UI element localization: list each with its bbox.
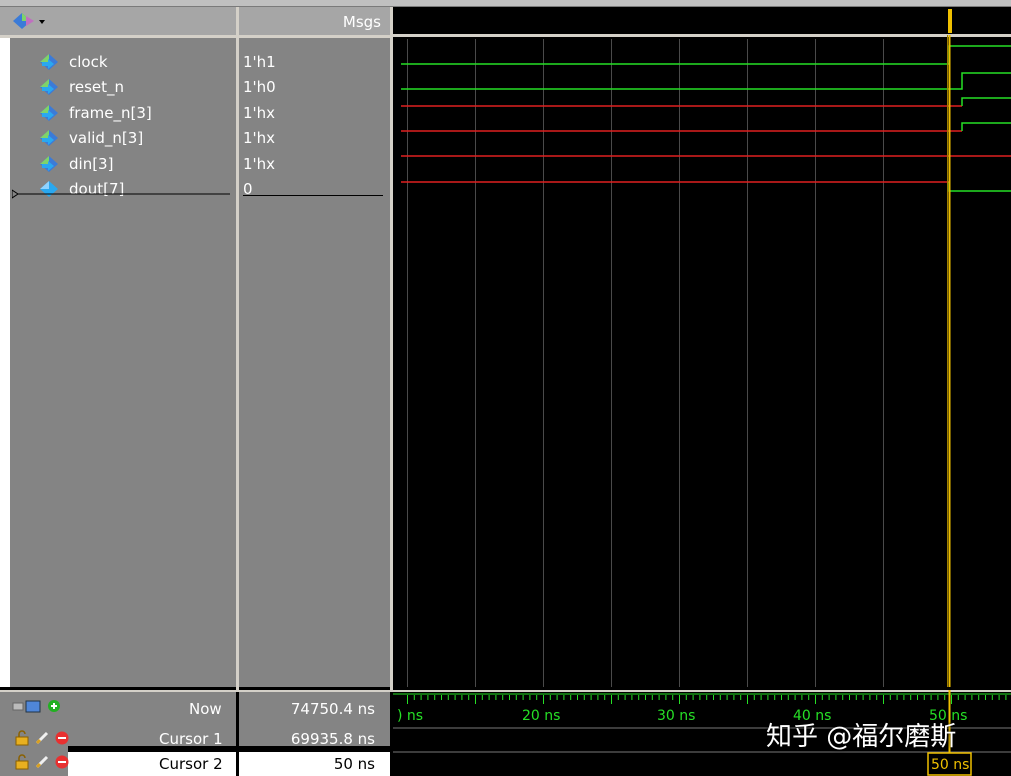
signal-row[interactable]: clock	[38, 49, 108, 74]
signal-values-pane: Msgs 1'h1 1'h0 1'hx 1'hx 1'hx 0	[239, 7, 390, 687]
lock-icon[interactable]	[14, 754, 30, 774]
names-header	[0, 7, 236, 38]
pencil-icon[interactable]	[34, 730, 50, 750]
signal-name: clock	[69, 52, 108, 71]
delete-icon[interactable]	[54, 730, 70, 750]
signal-row[interactable]: valid_n[3]	[38, 125, 143, 150]
signal-name: din[3]	[69, 154, 114, 173]
tick-label: 30 ns	[657, 708, 696, 724]
signal-value: 1'h1	[243, 53, 276, 71]
cursor1-value: 69935.8 ns	[290, 730, 375, 748]
signal-value: 1'hx	[243, 129, 276, 147]
watermark: 知乎 @福尔磨斯	[766, 722, 957, 752]
tick-label: 20 ns	[522, 708, 561, 724]
top-strip	[0, 0, 1011, 7]
signal-value: 1'hx	[243, 104, 276, 122]
signal-row[interactable]: reset_n	[38, 74, 124, 99]
tick-label: ) ns	[397, 708, 424, 724]
signal-name: valid_n[3]	[69, 128, 144, 147]
diamond-arrow-icon	[40, 129, 58, 146]
wave-toolbar-icon[interactable]	[12, 12, 46, 34]
cursor2-value: 50 ns	[333, 755, 375, 773]
diamond-arrow-icon	[40, 155, 58, 172]
cursor1-label[interactable]: Cursor 1	[159, 730, 223, 748]
left-rail	[0, 38, 10, 687]
signal-name: reset_n	[69, 77, 124, 96]
values-header: Msgs	[239, 7, 390, 38]
waveform-pane[interactable]	[393, 7, 1011, 687]
now-value: 74750.4 ns	[290, 700, 375, 718]
delete-icon[interactable]	[54, 754, 70, 774]
signal-names-pane: clock reset_n frame_n[3] valid_n[3] din[…	[0, 7, 236, 687]
signal-value: 1'h0	[243, 78, 276, 96]
pencil-icon[interactable]	[34, 754, 50, 774]
signal-row[interactable]: din[3]	[38, 151, 113, 176]
values-divider	[243, 195, 383, 196]
cursor-marker-label[interactable]: 50 ns	[931, 757, 969, 773]
signal-value: 1'hx	[243, 155, 276, 173]
diamond-arrow-icon	[40, 78, 58, 95]
diamond-arrow-icon	[40, 53, 58, 70]
signal-name: frame_n[3]	[69, 103, 152, 122]
lock-icon[interactable]	[14, 730, 30, 750]
insert-marker	[12, 189, 230, 199]
now-label: Now	[189, 700, 222, 718]
signal-row[interactable]: frame_n[3]	[38, 100, 152, 125]
msgs-label: Msgs	[342, 13, 381, 31]
cursor2-label[interactable]: Cursor 2	[159, 755, 223, 773]
add-cursor-icon[interactable]	[12, 698, 64, 718]
waveform-canvas	[393, 9, 1011, 687]
diamond-arrow-icon	[40, 104, 58, 121]
